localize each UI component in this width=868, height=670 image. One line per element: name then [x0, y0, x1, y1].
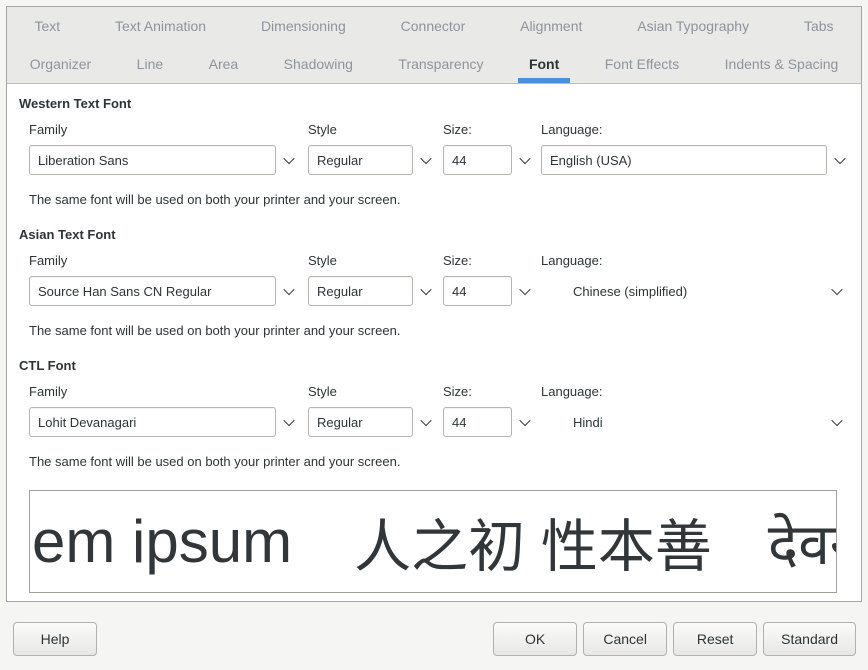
style-label: Style — [308, 384, 443, 399]
tab-font-effects[interactable]: Font Effects — [582, 45, 702, 83]
preview-cjk-text: 人之初 性本善 — [354, 501, 712, 583]
chevron-down-icon[interactable] — [416, 408, 436, 436]
chevron-down-icon[interactable] — [515, 146, 535, 174]
section-western-font: Western Text Font Family Style Size: Lan… — [7, 84, 861, 208]
section-heading-ctl: CTL Font — [19, 358, 861, 373]
tab-dimensioning[interactable]: Dimensioning — [234, 7, 374, 45]
western-font-note: The same font will be used on both your … — [29, 192, 861, 208]
ctl-font-note: The same font will be used on both your … — [29, 454, 861, 470]
preview-latin-text: em ipsum — [32, 507, 292, 576]
style-label: Style — [308, 253, 443, 268]
asian-language-value: Chinese (simplified) — [573, 284, 687, 299]
chevron-down-icon[interactable] — [827, 277, 847, 305]
tab-font[interactable]: Font — [506, 45, 582, 83]
dialog-footer: Help OK Cancel Reset Standard — [13, 622, 856, 656]
chevron-down-icon[interactable] — [279, 146, 299, 174]
character-dialog: Text Text Animation Dimensioning Connect… — [6, 6, 862, 602]
size-label: Size: — [443, 253, 541, 268]
tab-shadowing[interactable]: Shadowing — [261, 45, 376, 83]
chevron-down-icon[interactable] — [416, 277, 436, 305]
asian-language-dropdown[interactable]: Chinese (simplified) — [541, 276, 853, 306]
asian-size-input[interactable] — [443, 276, 512, 306]
tab-tabs[interactable]: Tabs — [777, 7, 861, 45]
family-label: Family — [29, 253, 308, 268]
asian-style-input[interactable] — [308, 276, 413, 306]
cancel-button[interactable]: Cancel — [583, 622, 667, 656]
tab-area[interactable]: Area — [186, 45, 261, 83]
chevron-down-icon[interactable] — [515, 277, 535, 305]
family-label: Family — [29, 384, 308, 399]
ctl-size-input[interactable] — [443, 407, 512, 437]
size-label: Size: — [443, 384, 541, 399]
chevron-down-icon[interactable] — [279, 277, 299, 305]
tab-connector[interactable]: Connector — [373, 7, 492, 45]
language-label: Language: — [541, 253, 853, 268]
tab-line[interactable]: Line — [114, 45, 186, 83]
section-heading-asian: Asian Text Font — [19, 227, 861, 242]
family-label: Family — [29, 122, 308, 137]
preview-devanagari-text: देवन — [768, 503, 837, 581]
size-label: Size: — [443, 122, 541, 137]
chevron-down-icon[interactable] — [515, 408, 535, 436]
font-preview: em ipsum 人之初 性本善 देवन — [29, 490, 837, 593]
section-asian-font: Asian Text Font Family Style Size: Langu… — [7, 208, 861, 339]
ctl-family-input[interactable] — [29, 407, 276, 437]
chevron-down-icon[interactable] — [830, 146, 850, 174]
tab-transparency[interactable]: Transparency — [376, 45, 507, 83]
help-button[interactable]: Help — [13, 622, 97, 656]
tab-asian-typography[interactable]: Asian Typography — [610, 7, 777, 45]
reset-button[interactable]: Reset — [673, 622, 757, 656]
chevron-down-icon[interactable] — [279, 408, 299, 436]
ctl-style-input[interactable] — [308, 407, 413, 437]
ok-button[interactable]: OK — [493, 622, 577, 656]
tab-row-1: Text Text Animation Dimensioning Connect… — [7, 7, 861, 45]
western-style-input[interactable] — [308, 145, 413, 175]
asian-font-note: The same font will be used on both your … — [29, 323, 861, 339]
tab-header: Text Text Animation Dimensioning Connect… — [7, 7, 861, 84]
western-family-input[interactable] — [29, 145, 276, 175]
tab-indents-spacing[interactable]: Indents & Spacing — [702, 45, 861, 83]
tab-organizer[interactable]: Organizer — [7, 45, 114, 83]
language-label: Language: — [541, 122, 853, 137]
ctl-language-value: Hindi — [573, 415, 603, 430]
tab-row-2: Organizer Line Area Shadowing Transparen… — [7, 45, 861, 83]
asian-family-input[interactable] — [29, 276, 276, 306]
language-label: Language: — [541, 384, 853, 399]
chevron-down-icon[interactable] — [827, 408, 847, 436]
tab-text-animation[interactable]: Text Animation — [88, 7, 234, 45]
tab-text[interactable]: Text — [7, 7, 88, 45]
section-heading-western: Western Text Font — [19, 96, 861, 111]
ctl-language-dropdown[interactable]: Hindi — [541, 407, 853, 437]
standard-button[interactable]: Standard — [763, 622, 856, 656]
western-size-input[interactable] — [443, 145, 512, 175]
tab-alignment[interactable]: Alignment — [493, 7, 610, 45]
section-ctl-font: CTL Font Family Style Size: Language: Hi… — [7, 339, 861, 470]
style-label: Style — [308, 122, 443, 137]
chevron-down-icon[interactable] — [416, 146, 436, 174]
western-language-input[interactable] — [541, 145, 827, 175]
